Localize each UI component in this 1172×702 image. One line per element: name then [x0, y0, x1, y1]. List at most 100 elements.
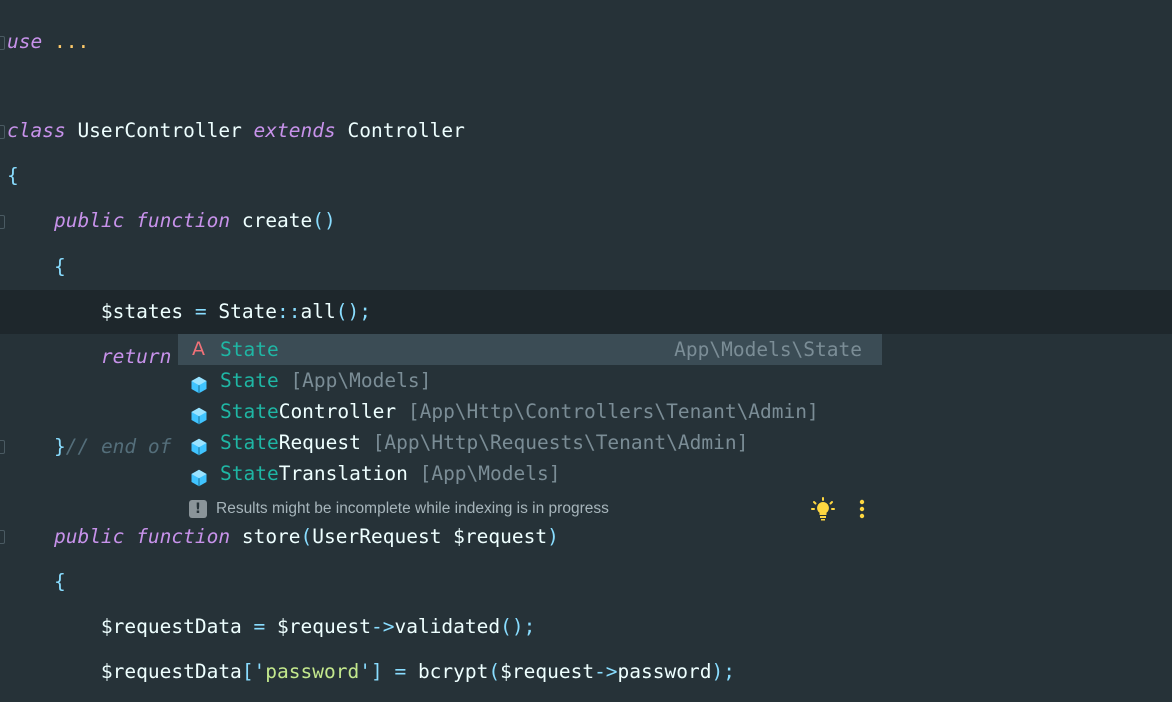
- code-token: }: [53, 435, 66, 458]
- code-line-text: return: [7, 335, 171, 379]
- code-token: store: [230, 525, 301, 548]
- warning-icon: !: [189, 500, 207, 518]
- code-token: Controller: [335, 119, 465, 142]
- code-token: );: [711, 660, 735, 683]
- autocomplete-item[interactable]: A State App\Models\State: [178, 334, 882, 365]
- code-token: validated: [394, 615, 501, 638]
- code-token: UserController: [65, 119, 254, 142]
- autocomplete-item[interactable]: StateRequest [App\Http\Requests\Tenant\A…: [178, 427, 882, 458]
- autocomplete-type-hint: App\Models\State: [674, 338, 862, 361]
- code-line[interactable]: $requestData = $request->validated();: [0, 605, 1172, 649]
- code-token: ): [547, 525, 559, 548]
- autocomplete-match: State: [220, 431, 279, 454]
- code-token: class: [7, 119, 66, 142]
- code-token: use: [7, 30, 43, 53]
- code-line[interactable]: public function create(): [0, 199, 1172, 243]
- autocomplete-footer: ! Results might be incomplete while inde…: [178, 494, 882, 524]
- abc-icon: A: [192, 338, 205, 360]
- code-token: ();: [500, 615, 536, 638]
- code-token: extends: [253, 119, 336, 142]
- code-token: ::: [277, 300, 301, 323]
- code-line-text: {: [7, 154, 19, 198]
- code-line[interactable]: $states = State::all();: [0, 290, 1172, 334]
- code-token: (: [300, 525, 313, 548]
- code-token: ->: [594, 660, 618, 683]
- code-line-text: $requestData['password'] = bcrypt($reque…: [7, 650, 735, 694]
- autocomplete-popup: A State App\Models\State State [App\Models]…: [178, 334, 882, 524]
- autocomplete-rest: Translation: [278, 462, 408, 485]
- autocomplete-item[interactable]: StateController [App\Http\Controllers\Te…: [178, 396, 882, 427]
- code-token: password: [265, 660, 360, 683]
- code-token: ();: [335, 300, 371, 323]
- autocomplete-item-label: State: [220, 334, 279, 365]
- code-token: all: [300, 300, 336, 323]
- code-line-text: public function create(): [7, 199, 336, 243]
- code-token: {: [53, 255, 66, 278]
- code-line[interactable]: $requestData['password'] = bcrypt($reque…: [0, 650, 1172, 694]
- code-line-text: {: [7, 560, 66, 604]
- code-token: (: [488, 660, 501, 683]
- class-icon: [190, 372, 208, 394]
- code-token: function: [136, 209, 231, 232]
- code-token: function: [136, 525, 231, 548]
- code-line[interactable]: {: [0, 560, 1172, 604]
- code-token: $requestData: [7, 660, 242, 683]
- more-options-icon[interactable]: [858, 499, 866, 519]
- autocomplete-match: State: [220, 369, 279, 392]
- code-token: create: [230, 209, 313, 232]
- code-token: return: [100, 345, 172, 368]
- code-line-text: $requestData = $request->validated();: [7, 605, 535, 649]
- autocomplete-rest: Request: [278, 431, 361, 454]
- autocomplete-item[interactable]: StateTranslation [App\Models]: [178, 458, 882, 489]
- code-token: =: [194, 300, 207, 323]
- autocomplete-item-label: StateRequest [App\Http\Requests\Tenant\A…: [220, 427, 748, 458]
- class-icon: [190, 434, 208, 456]
- autocomplete-item-label: StateTranslation [App\Models]: [220, 458, 560, 489]
- code-token: ...: [53, 30, 90, 53]
- code-line-text: use ...: [7, 20, 89, 64]
- autocomplete-match: State: [220, 462, 279, 485]
- autocomplete-match: State: [220, 338, 279, 361]
- code-token: public: [53, 209, 125, 232]
- code-line-text: {: [7, 245, 66, 289]
- code-line-text: }// end of: [7, 425, 171, 469]
- code-token: (): [312, 209, 336, 232]
- autocomplete-item-label: StateController [App\Http\Controllers\Te…: [220, 396, 819, 427]
- autocomplete-pkg: [App\Http\Requests\Tenant\Admin]: [360, 431, 749, 454]
- code-token: password: [617, 660, 712, 683]
- code-token: $requestData: [7, 615, 254, 638]
- lightbulb-icon[interactable]: [811, 497, 835, 521]
- class-icon: [190, 465, 208, 487]
- code-line[interactable]: use ...: [0, 20, 1172, 64]
- code-line[interactable]: {: [0, 154, 1172, 198]
- indexing-message: Results might be incomplete while indexi…: [216, 500, 609, 517]
- code-token: =: [253, 615, 266, 638]
- code-token: $request: [265, 615, 371, 638]
- code-token: {: [7, 164, 19, 187]
- code-token: ->: [370, 615, 395, 638]
- code-token: {: [53, 570, 66, 593]
- code-token: $states: [7, 300, 195, 323]
- code-token: // end of: [65, 435, 172, 458]
- autocomplete-pkg: [App\Models]: [278, 369, 432, 392]
- autocomplete-item-label: State [App\Models]: [220, 365, 431, 396]
- autocomplete-pkg: [App\Http\Controllers\Tenant\Admin]: [396, 400, 819, 423]
- code-token: State: [206, 300, 278, 323]
- code-token: $request: [500, 660, 595, 683]
- code-token: bcrypt: [406, 660, 489, 683]
- code-token: ']: [359, 660, 383, 683]
- autocomplete-item[interactable]: State [App\Models]: [178, 365, 882, 396]
- autocomplete-rest: Controller: [278, 400, 397, 423]
- code-line[interactable]: {: [0, 245, 1172, 289]
- code-token: [': [241, 660, 266, 683]
- code-line[interactable]: class UserController extends Controller: [0, 109, 1172, 153]
